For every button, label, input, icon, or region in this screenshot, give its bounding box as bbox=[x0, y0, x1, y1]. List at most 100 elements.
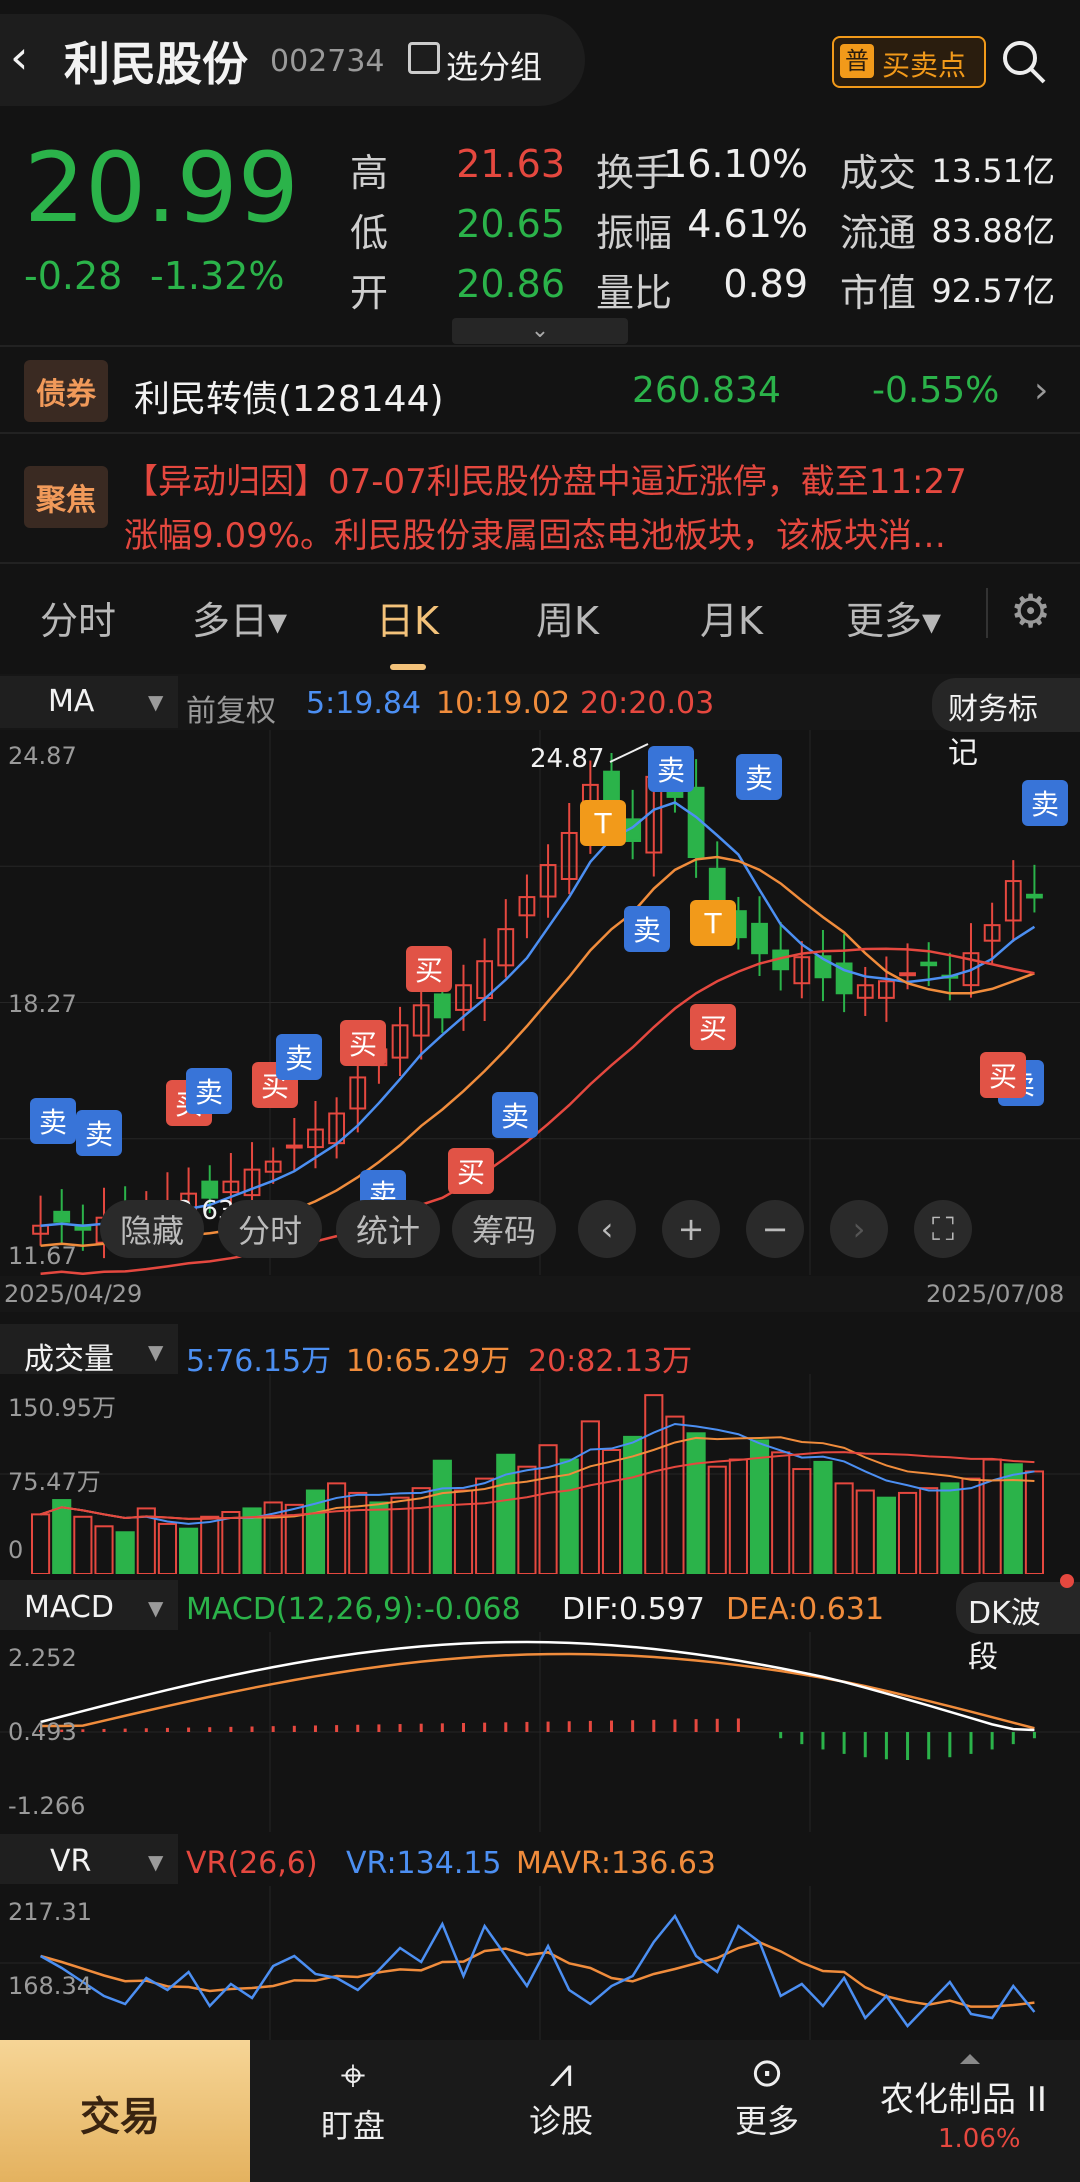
nav-watch[interactable]: ⌖ 盯盘 bbox=[278, 2050, 428, 2147]
chevron-right-icon[interactable]: › bbox=[1034, 370, 1048, 411]
volume-bar bbox=[792, 1468, 812, 1574]
intraday-button[interactable]: 分时 bbox=[218, 1200, 322, 1258]
dk-band-button[interactable]: DK波段 bbox=[956, 1582, 1080, 1675]
t-marker[interactable]: T bbox=[690, 900, 736, 946]
vol-ymid: 75.47万 bbox=[8, 1468, 101, 1496]
sell-marker[interactable]: 卖 bbox=[30, 1098, 76, 1144]
mavr-value: MAVR:136.63 bbox=[516, 1846, 717, 1881]
sell-marker[interactable]: 卖 bbox=[648, 746, 694, 792]
nav-more[interactable]: ⊙ 更多 bbox=[692, 2050, 842, 2142]
sell-marker[interactable]: 卖 bbox=[492, 1092, 538, 1138]
price-change-pct: -1.32% bbox=[150, 254, 285, 298]
pro-badge: 普 bbox=[840, 44, 874, 78]
checkbox-icon[interactable] bbox=[408, 42, 440, 74]
volume-bar bbox=[221, 1510, 241, 1574]
vr-ymax: 217.31 bbox=[8, 1898, 92, 1926]
stat-value: 20.65 bbox=[456, 202, 565, 246]
buy-marker[interactable]: 买 bbox=[340, 1020, 386, 1066]
volume-bar bbox=[580, 1420, 600, 1574]
expand-quote-icon[interactable]: ⌄ bbox=[452, 318, 628, 344]
chevron-left-icon[interactable]: ‹ bbox=[578, 1200, 636, 1258]
kline-chart[interactable] bbox=[0, 730, 1080, 1275]
nav-diagnose[interactable]: ⩘ 诊股 bbox=[486, 2050, 636, 2142]
candle-body bbox=[433, 993, 451, 1019]
tab-daily-k[interactable]: 日K bbox=[376, 590, 439, 645]
volume-bar bbox=[601, 1448, 622, 1574]
buy-sell-point-button[interactable]: 普 买卖点 bbox=[832, 36, 986, 88]
back-icon[interactable]: ‹ bbox=[10, 30, 28, 84]
sell-marker[interactable]: 卖 bbox=[186, 1068, 232, 1114]
divider bbox=[986, 588, 988, 638]
zoom-in-icon[interactable]: + bbox=[662, 1200, 720, 1258]
candle-body bbox=[53, 1210, 71, 1223]
sell-marker[interactable]: 卖 bbox=[736, 754, 782, 800]
vr-chart[interactable] bbox=[0, 1886, 1080, 2040]
vol-ymax: 150.95万 bbox=[8, 1394, 116, 1422]
volume-chart[interactable] bbox=[0, 1374, 1080, 1574]
buy-marker[interactable]: 买 bbox=[980, 1052, 1026, 1098]
macd-label: MACD bbox=[24, 1590, 114, 1625]
vr-label: VR bbox=[50, 1844, 92, 1879]
stat-label: 换手 bbox=[596, 151, 673, 195]
date-axis bbox=[0, 1276, 1080, 1312]
stat-value: 83.88亿 bbox=[931, 212, 1055, 250]
bond-price: 260.834 bbox=[632, 370, 781, 411]
tab-more[interactable]: 更多▾ bbox=[846, 590, 941, 645]
news-line-1[interactable]: 【异动归因】07-07利民股份盘中逼近涨停，截至11:27 bbox=[124, 454, 967, 503]
t-marker[interactable]: T bbox=[580, 800, 626, 846]
tab-weekly-k[interactable]: 周K bbox=[536, 590, 599, 645]
expand-up-icon[interactable] bbox=[960, 2054, 980, 2064]
stat-label: 高 bbox=[350, 151, 389, 195]
tab-monthly-k[interactable]: 月K bbox=[700, 590, 763, 645]
tab-multiday[interactable]: 多日▾ bbox=[192, 590, 287, 645]
news-line-2[interactable]: 涨幅9.09%。利民股份隶属固态电池板块，该板块消… bbox=[124, 508, 946, 557]
stock-title: 利民股份 bbox=[64, 37, 248, 91]
dea-line bbox=[40, 1652, 1035, 1730]
zoom-out-icon[interactable]: − bbox=[746, 1200, 804, 1258]
sell-marker[interactable]: 卖 bbox=[624, 906, 670, 952]
stat-value: 21.63 bbox=[456, 142, 565, 186]
volume-bar bbox=[982, 1458, 1002, 1574]
vol-ymin: 0 bbox=[8, 1536, 24, 1564]
high-pointer bbox=[609, 743, 649, 763]
finance-mark-button[interactable]: 财务标记 bbox=[932, 678, 1080, 771]
vr-params: VR(26,6) bbox=[186, 1846, 318, 1881]
ma5-value: 5:19.84 bbox=[306, 686, 422, 721]
sector-name[interactable]: 农化制品 II bbox=[880, 2072, 1047, 2121]
tab-intraday[interactable]: 分时 bbox=[40, 590, 116, 645]
stat-label: 量比 bbox=[596, 271, 673, 315]
volume-label: 成交量 bbox=[24, 1342, 114, 1377]
macd-ymax: 2.252 bbox=[8, 1644, 77, 1672]
volume-bar bbox=[961, 1477, 981, 1574]
volume-bar bbox=[369, 1501, 389, 1574]
macd-chart[interactable] bbox=[0, 1632, 1080, 1832]
stock-code: 002734 bbox=[270, 44, 385, 79]
sell-marker[interactable]: 卖 bbox=[276, 1034, 322, 1080]
volume-bar bbox=[559, 1458, 579, 1574]
macd-params: MACD(12,26,9):-0.068 bbox=[186, 1592, 521, 1627]
sell-marker[interactable]: 卖 bbox=[76, 1110, 122, 1156]
chips-button[interactable]: 筹码 bbox=[452, 1200, 556, 1258]
vr-ymid: 168.34 bbox=[8, 1972, 92, 2000]
kline-ymin: 11.67 bbox=[8, 1242, 77, 1270]
volume-bar bbox=[728, 1458, 748, 1574]
bond-name[interactable]: 利民转债(128144) bbox=[134, 370, 444, 422]
hide-button[interactable]: 隐藏 bbox=[100, 1200, 204, 1258]
buy-marker[interactable]: 买 bbox=[406, 946, 452, 992]
trade-button[interactable]: 交易 bbox=[0, 2040, 250, 2182]
news-tag: 聚焦 bbox=[24, 466, 108, 528]
ma10-value: 10:19.02 bbox=[436, 686, 571, 721]
chevron-right-icon[interactable]: › bbox=[830, 1200, 888, 1258]
gear-icon[interactable]: ⚙ bbox=[1010, 584, 1051, 638]
group-select-button[interactable]: 选分组 bbox=[446, 42, 542, 88]
adjust-label[interactable]: 前复权 bbox=[186, 686, 276, 730]
buy-marker[interactable]: 买 bbox=[448, 1148, 494, 1194]
sell-marker[interactable]: 卖 bbox=[1022, 780, 1068, 826]
vr-value: VR:134.15 bbox=[346, 1846, 502, 1881]
fullscreen-icon[interactable]: ⛶ bbox=[914, 1200, 972, 1258]
stats-button[interactable]: 统计 bbox=[336, 1200, 440, 1258]
pulse-chart-icon: ⩘ bbox=[549, 2050, 573, 2096]
buy-marker[interactable]: 买 bbox=[690, 1004, 736, 1050]
search-icon[interactable] bbox=[1000, 38, 1048, 86]
volume-bar bbox=[411, 1487, 431, 1574]
